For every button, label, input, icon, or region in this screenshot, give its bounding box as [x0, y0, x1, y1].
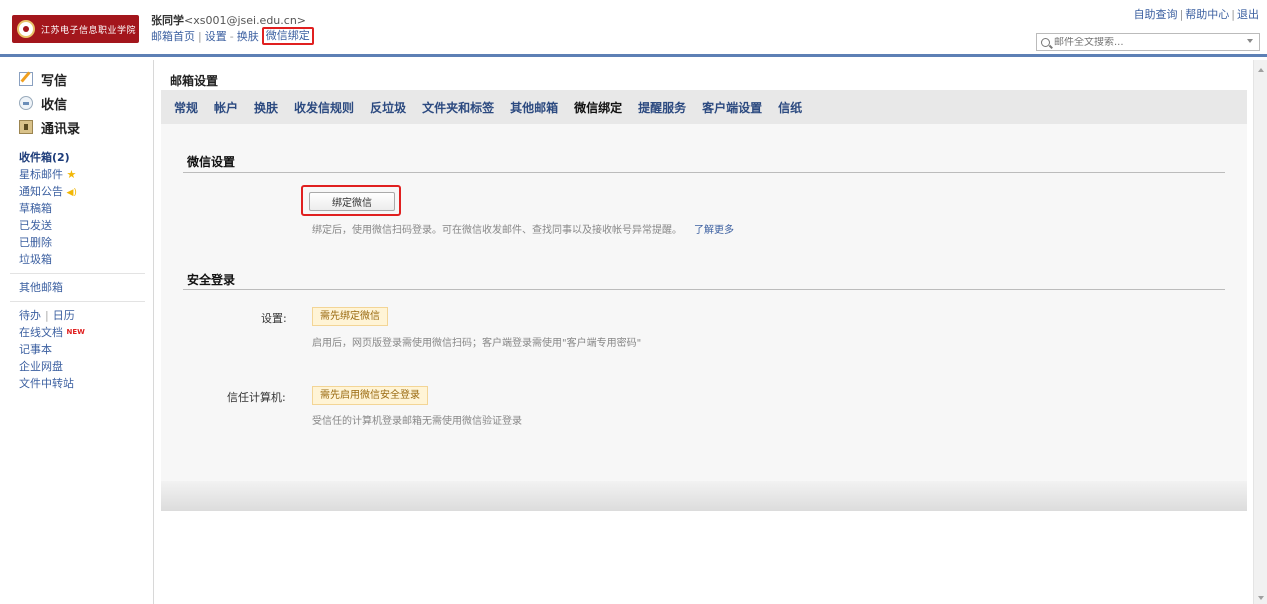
netdisk-link[interactable]: 企业网盘	[19, 358, 153, 375]
search-icon[interactable]	[1041, 37, 1050, 47]
speaker-icon: ◀)	[66, 188, 77, 198]
calendar-link[interactable]: 日历	[53, 309, 75, 322]
tab-mail-rules[interactable]: 收发信规则	[294, 99, 354, 116]
link-separator: |	[198, 29, 202, 43]
contacts-label: 通讯录	[41, 121, 81, 137]
tools-list: 待办 | 日历 在线文档 NEW 记事本 企业网盘 文件中转站	[0, 307, 153, 392]
sidebar: 写信 收信 通讯录 收件箱(2) 星标邮件 ★ 通知公告 ◀) 草稿箱 已发送 …	[0, 60, 154, 604]
folder-sent[interactable]: 已发送	[19, 217, 153, 234]
folder-starred-label: 星标邮件	[19, 168, 63, 181]
new-badge: NEW	[66, 328, 85, 336]
section-divider	[183, 172, 1225, 173]
wechat-description: 绑定后，使用微信扫码登录。可在微信收发邮件、查找同事以及接收帐号异常提醒。 了解更…	[312, 221, 734, 236]
learn-more-link[interactable]: 了解更多	[694, 225, 734, 236]
bind-wechat-first-tag: 需先绑定微信	[312, 307, 388, 326]
bind-wechat-button[interactable]: 绑定微信	[309, 192, 395, 211]
write-icon	[19, 72, 33, 86]
other-mailbox-link[interactable]: 其他邮箱	[19, 279, 153, 296]
file-transfer-link[interactable]: 文件中转站	[19, 375, 153, 392]
link-separator: |	[45, 309, 49, 322]
mail-search-box[interactable]	[1036, 33, 1260, 51]
tab-account[interactable]: 帐户	[214, 99, 238, 116]
help-center-link[interactable]: 帮助中心	[1185, 8, 1229, 21]
other-mailbox-section: 其他邮箱	[0, 279, 153, 296]
primary-nav: 写信 收信 通讯录	[0, 60, 153, 139]
tab-stationery[interactable]: 信纸	[778, 99, 802, 116]
wechat-section-title: 微信设置	[187, 155, 236, 169]
tab-other-mailbox[interactable]: 其他邮箱	[510, 99, 558, 116]
settings-tabs: 常规 帐户 换肤 收发信规则 反垃圾 文件夹和标签 其他邮箱 微信绑定 提醒服务…	[161, 90, 1247, 124]
wechat-settings-panel: 微信设置 绑定微信 绑定后，使用微信扫码登录。可在微信收发邮件、查找同事以及接收…	[161, 124, 1247, 481]
mailbox-home-link[interactable]: 邮箱首页	[151, 28, 195, 44]
online-docs-link[interactable]: 在线文档 NEW	[19, 324, 153, 341]
folder-spam[interactable]: 垃圾箱	[19, 251, 153, 268]
school-logo[interactable]: 江苏电子信息职业学院	[12, 15, 139, 43]
setting-description: 启用后，网页版登录需使用微信扫码；客户端登录需使用"客户端专用密码"	[312, 338, 642, 349]
scroll-up-icon[interactable]	[1258, 68, 1264, 72]
folder-deleted[interactable]: 已删除	[19, 234, 153, 251]
tab-anti-spam[interactable]: 反垃圾	[370, 99, 406, 116]
compose-label: 写信	[41, 73, 68, 89]
user-info: 张同学<xs001@jsei.edu.cn>	[151, 12, 306, 28]
enable-secure-login-first-tag: 需先启用微信安全登录	[312, 386, 428, 405]
self-service-link[interactable]: 自助查询	[1134, 8, 1178, 21]
trusted-computer-label: 信任计算机:	[227, 391, 286, 404]
link-separator: |	[1179, 8, 1184, 21]
chevron-down-icon[interactable]	[1247, 39, 1253, 43]
search-input[interactable]	[1054, 36, 1244, 48]
trusted-computer-description: 受信任的计算机登录邮箱无需使用微信验证登录	[312, 416, 522, 427]
receive-button[interactable]: 收信	[19, 91, 153, 115]
vertical-scrollbar[interactable]	[1253, 60, 1267, 604]
tab-folders-labels[interactable]: 文件夹和标签	[422, 99, 494, 116]
online-docs-label: 在线文档	[19, 326, 63, 339]
tab-skin[interactable]: 换肤	[254, 99, 278, 116]
user-name: 张同学	[151, 14, 184, 27]
skin-link[interactable]: 换肤	[237, 28, 259, 44]
user-email: <xs001@jsei.edu.cn>	[184, 14, 307, 27]
school-emblem-icon	[17, 20, 35, 38]
notes-link[interactable]: 记事本	[19, 341, 153, 358]
contacts-icon	[19, 120, 33, 134]
sidebar-divider	[10, 301, 145, 302]
link-separator: -	[229, 29, 234, 43]
inbox-icon	[19, 96, 33, 110]
bind-button-highlight: 绑定微信	[301, 185, 401, 216]
page-title: 邮箱设置	[170, 74, 219, 88]
todo-calendar-row: 待办 | 日历	[19, 307, 153, 324]
scroll-down-icon[interactable]	[1258, 596, 1264, 600]
star-icon: ★	[66, 168, 77, 181]
wechat-description-text: 绑定后，使用微信扫码登录。可在微信收发邮件、查找同事以及接收帐号异常提醒。	[312, 225, 682, 236]
settings-link[interactable]: 设置	[205, 28, 227, 44]
folder-inbox[interactable]: 收件箱(2)	[19, 149, 153, 166]
security-section-title: 安全登录	[187, 273, 236, 287]
link-separator: |	[1231, 8, 1235, 21]
tab-reminders[interactable]: 提醒服务	[638, 99, 686, 116]
tab-wechat-binding[interactable]: 微信绑定	[574, 99, 622, 116]
setting-label: 设置:	[261, 312, 287, 325]
contacts-button[interactable]: 通讯录	[19, 115, 153, 139]
folder-list: 收件箱(2) 星标邮件 ★ 通知公告 ◀) 草稿箱 已发送 已删除 垃圾箱	[0, 149, 153, 268]
top-header: 江苏电子信息职业学院 张同学<xs001@jsei.edu.cn> 邮箱首页 |…	[0, 0, 1267, 57]
main-content: 邮箱设置 常规 帐户 换肤 收发信规则 反垃圾 文件夹和标签 其他邮箱 微信绑定…	[154, 60, 1253, 604]
folder-starred[interactable]: 星标邮件 ★	[19, 166, 153, 183]
folder-notices[interactable]: 通知公告 ◀)	[19, 183, 153, 200]
receive-label: 收信	[41, 97, 68, 113]
section-divider	[183, 289, 1225, 290]
folder-notices-label: 通知公告	[19, 185, 63, 198]
compose-button[interactable]: 写信	[19, 67, 153, 91]
tab-client-settings[interactable]: 客户端设置	[702, 99, 762, 116]
wechat-bind-link[interactable]: 微信绑定	[261, 27, 314, 45]
logout-link[interactable]: 退出	[1237, 8, 1259, 21]
sidebar-divider	[10, 273, 145, 274]
todo-link[interactable]: 待办	[19, 309, 41, 322]
top-right-links: 自助查询 | 帮助中心 | 退出	[1134, 6, 1259, 22]
logo-text: 江苏电子信息职业学院	[41, 25, 136, 36]
content-footer-bar	[161, 481, 1247, 511]
tab-general[interactable]: 常规	[174, 99, 198, 116]
folder-drafts[interactable]: 草稿箱	[19, 200, 153, 217]
header-links: 邮箱首页 | 设置 - 换肤 微信绑定	[151, 27, 314, 45]
